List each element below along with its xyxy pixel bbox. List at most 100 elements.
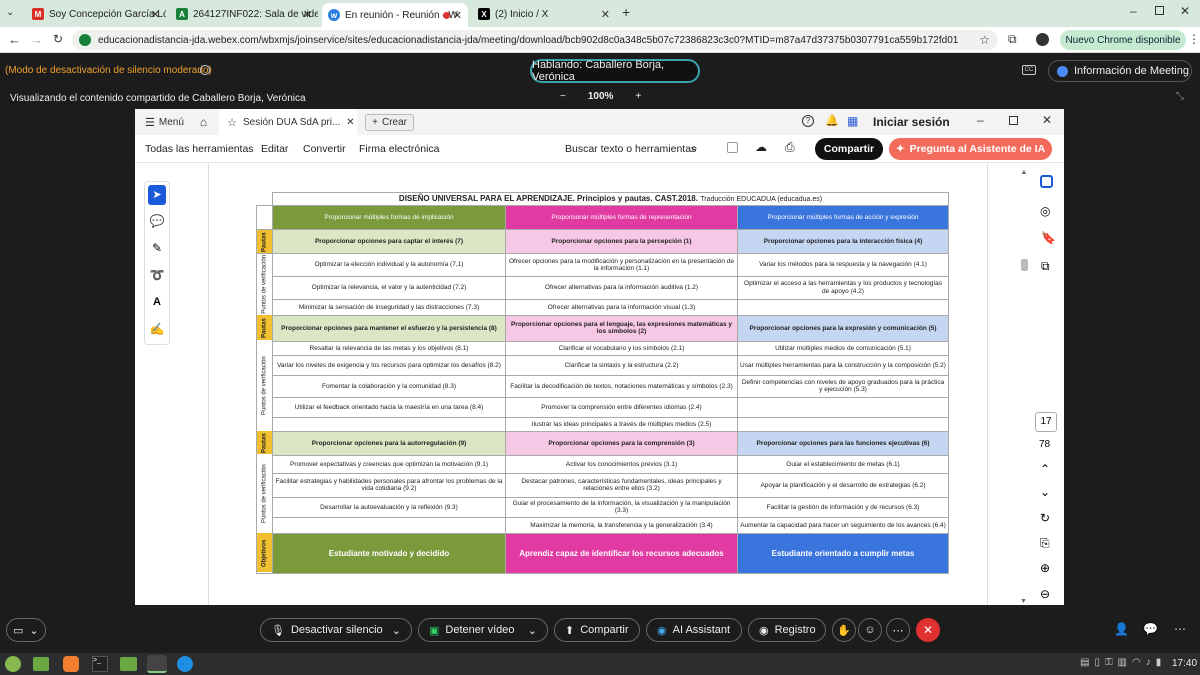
- chat-icon[interactable]: 💬: [1143, 622, 1158, 636]
- forward-icon[interactable]: →: [30, 32, 43, 47]
- new-chrome-available-button[interactable]: Nuevo Chrome disponible: [1060, 30, 1186, 50]
- close-window-icon[interactable]: ✕: [1180, 4, 1190, 18]
- meeting-info-button[interactable]: Información de Meeting: [1048, 60, 1192, 82]
- scroll-up-icon[interactable]: ▲: [1020, 169, 1028, 176]
- new-tab-icon[interactable]: +: [622, 4, 630, 20]
- close-icon[interactable]: ✕: [1042, 113, 1052, 127]
- minimize-window-icon[interactable]: –: [1130, 4, 1137, 18]
- bell-icon[interactable]: 🔔: [825, 114, 839, 127]
- home-icon[interactable]: ⌂: [200, 115, 207, 129]
- pages-icon[interactable]: ⧉: [1041, 259, 1050, 274]
- address-bar[interactable]: educacionadistancia-jda.webex.com/wbxmjs…: [72, 30, 998, 50]
- chevron-down-icon[interactable]: ⌄: [528, 624, 537, 637]
- folder-icon[interactable]: [120, 657, 137, 671]
- comments-icon[interactable]: ◎: [1040, 204, 1050, 218]
- close-icon[interactable]: ✕: [601, 8, 610, 21]
- expand-share-icon[interactable]: ⤡: [1176, 91, 1184, 102]
- kebab-menu-icon[interactable]: ⋮: [1188, 32, 1200, 46]
- scroll-thumb[interactable]: [1021, 259, 1028, 271]
- chat-layout-button[interactable]: ▭ ⌄: [6, 618, 46, 642]
- back-icon[interactable]: ←: [8, 32, 21, 47]
- zoom-in-icon[interactable]: ⊕: [1040, 561, 1050, 575]
- all-tools-menu[interactable]: Todas las herramientas: [145, 143, 254, 155]
- bookmark-star-icon[interactable]: ☆: [979, 33, 990, 47]
- create-button[interactable]: + Crear: [365, 113, 414, 131]
- lasso-tool-icon[interactable]: ➰: [145, 262, 169, 289]
- doc-scrollbar[interactable]: ▲ ▼: [1020, 169, 1028, 605]
- current-page-box[interactable]: 17: [1035, 412, 1057, 432]
- record-button[interactable]: ◉ Registro: [748, 618, 826, 642]
- search-tools-input[interactable]: Buscar texto o herramientas: [565, 143, 696, 155]
- tab-search-chevron-icon[interactable]: ⌄: [6, 7, 14, 18]
- rotate-icon[interactable]: ↻: [1040, 511, 1050, 525]
- ai-assistant-button[interactable]: ◉ AI Assistant: [646, 618, 742, 642]
- zoom-out-icon[interactable]: ⊖: [1040, 587, 1050, 601]
- fill-sign-tool-icon[interactable]: ✍: [145, 316, 169, 343]
- share-button[interactable]: ⬆ Compartir: [554, 618, 640, 642]
- ai-summary-icon[interactable]: [1040, 175, 1053, 188]
- reactions-button[interactable]: ☺: [858, 618, 882, 642]
- webex-app-icon[interactable]: [177, 656, 193, 672]
- maximize-window-icon[interactable]: [1155, 6, 1164, 15]
- zoom-in-button[interactable]: +: [635, 91, 641, 102]
- participants-icon[interactable]: 👤: [1114, 622, 1129, 636]
- page-down-icon[interactable]: ⌄: [1040, 485, 1050, 499]
- edit-menu[interactable]: Editar: [261, 143, 288, 155]
- more-icon[interactable]: ⋯: [1174, 622, 1186, 636]
- info-icon[interactable]: [200, 65, 210, 75]
- sign-in-button[interactable]: Iniciar sesión: [873, 115, 950, 129]
- bookmark-icon[interactable]: 🔖: [1041, 231, 1056, 245]
- e-sign-menu[interactable]: Firma electrónica: [359, 143, 440, 155]
- document-tab[interactable]: ☆ Sesión DUA SdA pri... ✕: [219, 109, 358, 135]
- profile-icon[interactable]: [1036, 33, 1049, 46]
- unmute-button[interactable]: 🎙 Desactivar silencio ⌄: [260, 618, 412, 642]
- leave-meeting-button[interactable]: ✕: [916, 618, 940, 642]
- zoom-out-button[interactable]: −: [560, 91, 566, 102]
- comment-tool-icon[interactable]: 💬: [145, 208, 169, 235]
- minimize-icon[interactable]: –: [977, 113, 984, 127]
- hamburger-icon[interactable]: ☰: [145, 116, 155, 129]
- site-info-icon[interactable]: [79, 34, 91, 46]
- close-icon[interactable]: ✕: [303, 8, 312, 21]
- scroll-down-icon[interactable]: ▼: [1020, 598, 1027, 605]
- reload-icon[interactable]: ↻: [53, 32, 63, 46]
- ai-assistant-button[interactable]: ✦ Pregunta al Asistente de IA: [889, 138, 1052, 160]
- tab-x[interactable]: X (2) Inicio / X ✕: [472, 3, 616, 25]
- raise-hand-button[interactable]: ✋: [832, 618, 856, 642]
- close-icon[interactable]: ✕: [346, 117, 354, 128]
- files-icon[interactable]: [33, 657, 49, 671]
- menu-button[interactable]: Menú: [159, 117, 184, 128]
- convert-menu[interactable]: Convertir: [303, 143, 346, 155]
- share-button[interactable]: Compartir: [815, 138, 883, 160]
- save-icon[interactable]: [727, 142, 738, 153]
- page-up-icon[interactable]: ⌃: [1040, 462, 1050, 476]
- start-menu-icon[interactable]: [5, 656, 21, 672]
- help-icon[interactable]: ?: [802, 115, 814, 127]
- close-icon[interactable]: ✕: [453, 9, 462, 22]
- tab-webex[interactable]: w En reunión - Reunión - W ✕: [322, 3, 468, 27]
- chevron-down-icon[interactable]: ⌄: [392, 624, 401, 637]
- title-text: DISEÑO UNIVERSAL PARA EL APRENDIZAJE. Pr…: [398, 194, 698, 203]
- firefox-icon[interactable]: [63, 656, 79, 672]
- search-icon[interactable]: ⌕: [691, 141, 698, 156]
- apps-grid-icon[interactable]: ▦: [847, 114, 858, 128]
- terminal-icon[interactable]: >_: [92, 656, 108, 672]
- text-tool-icon[interactable]: A: [145, 289, 169, 316]
- pen-tool-icon[interactable]: ✎: [145, 235, 169, 262]
- upload-cloud-icon[interactable]: ☁: [755, 140, 767, 154]
- clock[interactable]: 17:40: [1172, 658, 1197, 669]
- restore-icon[interactable]: [1009, 116, 1018, 125]
- tab-sheet[interactable]: A 264127INF022: Sala de vide ✕: [170, 3, 318, 25]
- more-options-button[interactable]: ⋯: [886, 618, 910, 642]
- captions-icon[interactable]: CC: [1022, 65, 1036, 75]
- stop-video-button[interactable]: ▣ Detener vídeo ⌄: [418, 618, 548, 642]
- print-icon[interactable]: ⎙: [785, 140, 795, 155]
- chrome-icon[interactable]: [147, 655, 167, 673]
- extensions-icon[interactable]: ⧉: [1008, 32, 1017, 47]
- star-icon[interactable]: ☆: [227, 116, 237, 129]
- select-tool-icon[interactable]: ➤: [148, 185, 166, 205]
- export-icon[interactable]: ⎘: [1040, 536, 1050, 551]
- tab-gmail[interactable]: M Soy Concepción García Lópe ✕: [26, 3, 166, 25]
- shield-icon: [1057, 65, 1068, 77]
- close-icon[interactable]: ✕: [151, 8, 160, 21]
